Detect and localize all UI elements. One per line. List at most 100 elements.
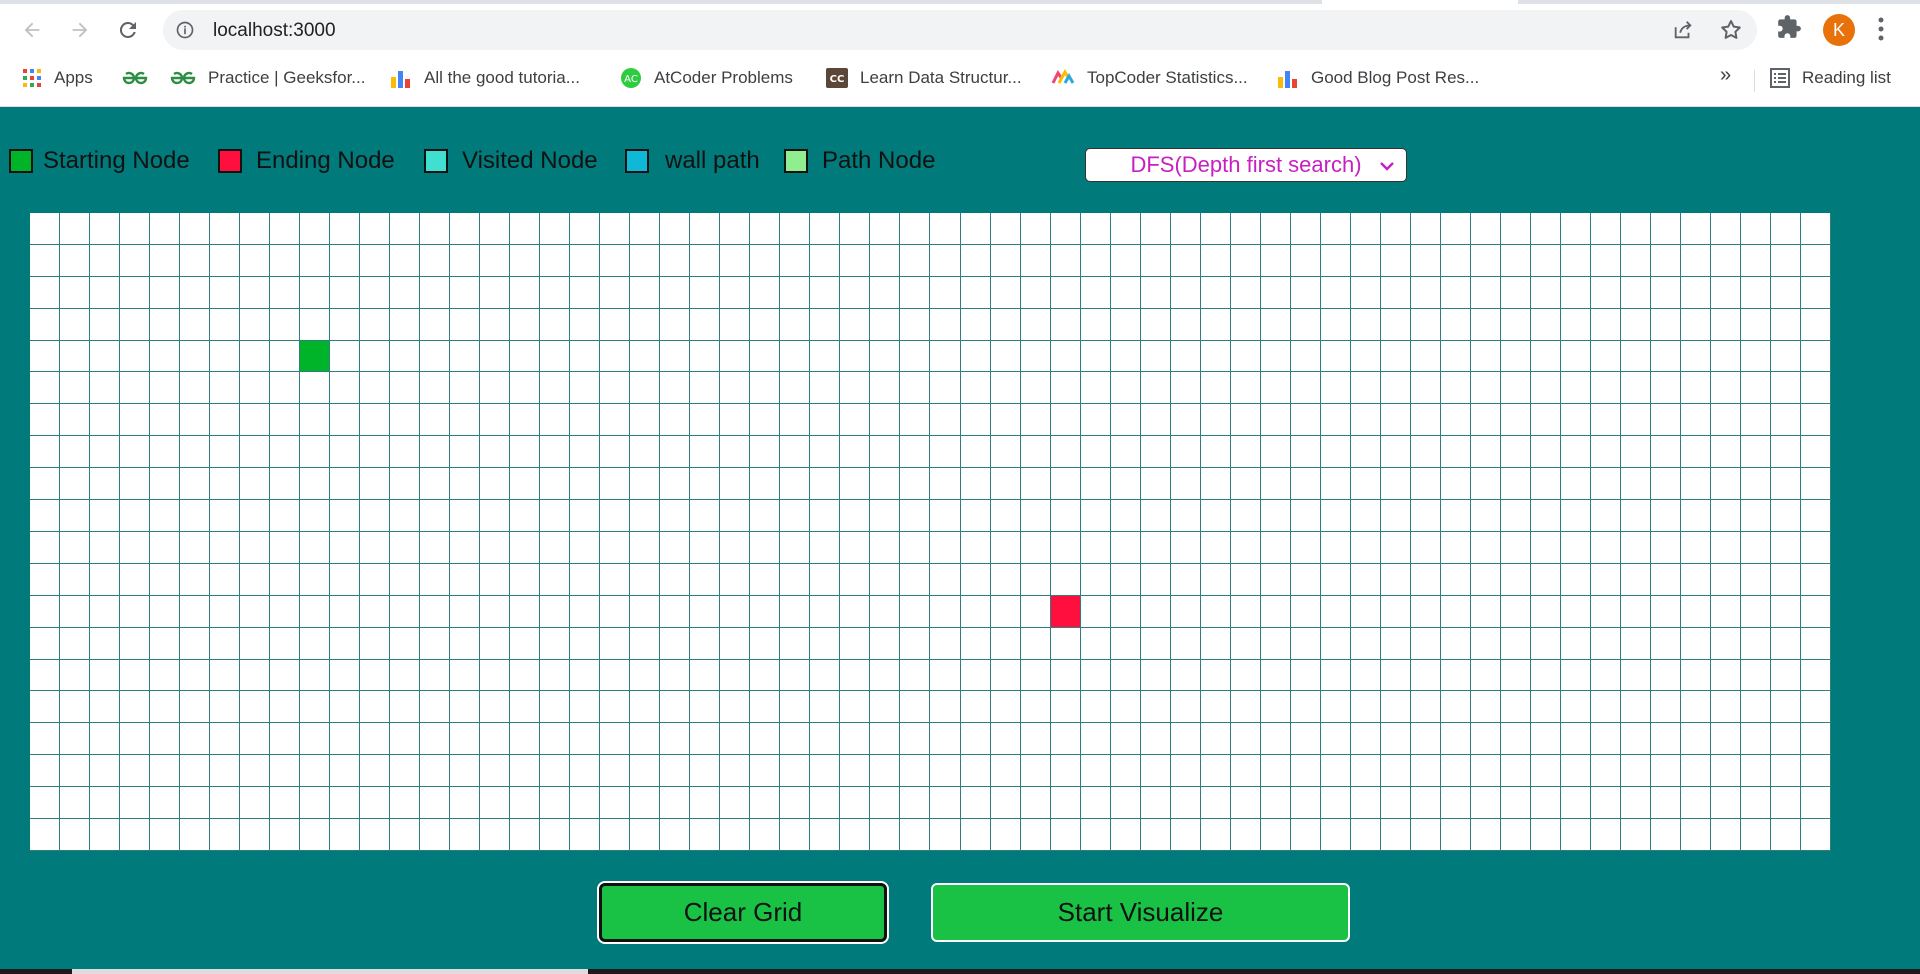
grid-cell[interactable]: [1410, 755, 1441, 788]
grid-cell[interactable]: [1650, 372, 1681, 405]
grid-cell[interactable]: [1440, 468, 1471, 501]
grid-cell[interactable]: [1170, 308, 1201, 341]
grid-cell[interactable]: [450, 500, 481, 532]
grid-cell[interactable]: [240, 595, 271, 628]
grid-cell[interactable]: [600, 436, 631, 469]
grid-cell[interactable]: [450, 244, 481, 277]
grid-cell[interactable]: [1200, 627, 1231, 660]
grid-cell[interactable]: [1290, 404, 1321, 437]
grid-cell[interactable]: [210, 308, 241, 341]
grid-cell[interactable]: [210, 755, 241, 788]
grid-cell[interactable]: [930, 755, 961, 788]
grid-cell[interactable]: [750, 723, 781, 756]
grid-cell[interactable]: [90, 340, 121, 373]
grid-cell[interactable]: [1230, 819, 1261, 851]
grid-cell[interactable]: [1200, 595, 1231, 628]
grid-cell[interactable]: [990, 563, 1021, 596]
grid-cell[interactable]: [450, 308, 481, 341]
grid-cell[interactable]: [750, 595, 781, 628]
grid-cell[interactable]: [1620, 276, 1651, 309]
grid-cell[interactable]: [120, 595, 151, 628]
grid-cell[interactable]: [330, 500, 361, 532]
grid-cell[interactable]: [720, 340, 751, 373]
grid-cell[interactable]: [1800, 276, 1831, 309]
grid-cell[interactable]: [1560, 340, 1591, 373]
grid-cell[interactable]: [1350, 340, 1381, 373]
grid-cell[interactable]: [750, 627, 781, 660]
grid-cell[interactable]: [720, 276, 751, 309]
grid-cell[interactable]: [540, 340, 571, 373]
grid-cell[interactable]: [780, 755, 811, 788]
grid-cell[interactable]: [1380, 755, 1411, 788]
grid-cell[interactable]: [1710, 787, 1741, 820]
grid-cell[interactable]: [870, 244, 901, 277]
grid-cell[interactable]: [840, 436, 871, 469]
grid-cell[interactable]: [720, 500, 751, 532]
grid-cell[interactable]: [300, 213, 331, 245]
grid-cell[interactable]: [390, 276, 421, 309]
grid-cell[interactable]: [1440, 723, 1471, 756]
grid-cell[interactable]: [540, 308, 571, 341]
grid-cell[interactable]: [210, 244, 241, 277]
grid-cell[interactable]: [1410, 627, 1441, 660]
grid-cell[interactable]: [1590, 244, 1621, 277]
grid-cell[interactable]: [1710, 213, 1741, 245]
grid-cell[interactable]: [840, 468, 871, 501]
grid-cell[interactable]: [1200, 436, 1231, 469]
end-node-cell[interactable]: [1050, 595, 1081, 628]
grid-cell[interactable]: [1350, 372, 1381, 405]
grid-cell[interactable]: [30, 627, 61, 660]
grid-cell[interactable]: [930, 563, 961, 596]
grid-cell[interactable]: [1770, 500, 1801, 532]
grid-cell[interactable]: [150, 372, 181, 405]
grid-cell[interactable]: [1350, 276, 1381, 309]
grid-cell[interactable]: [840, 276, 871, 309]
grid-cell[interactable]: [1680, 595, 1711, 628]
grid-cell[interactable]: [420, 276, 451, 309]
grid-cell[interactable]: [1230, 244, 1261, 277]
grid-cell[interactable]: [1680, 723, 1711, 756]
grid-cell[interactable]: [570, 627, 601, 660]
grid-cell[interactable]: [360, 563, 391, 596]
grid-cell[interactable]: [1290, 340, 1321, 373]
grid-cell[interactable]: [450, 659, 481, 692]
grid-cell[interactable]: [1530, 468, 1561, 501]
grid-cell[interactable]: [450, 276, 481, 309]
grid-cell[interactable]: [1020, 404, 1051, 437]
grid-cell[interactable]: [1560, 787, 1591, 820]
grid-cell[interactable]: [1080, 244, 1111, 277]
grid-cell[interactable]: [1560, 723, 1591, 756]
grid-cell[interactable]: [720, 308, 751, 341]
grid-cell[interactable]: [810, 436, 841, 469]
grid-cell[interactable]: [1050, 244, 1081, 277]
grid-cell[interactable]: [240, 340, 271, 373]
grid-cell[interactable]: [990, 372, 1021, 405]
grid-cell[interactable]: [1290, 723, 1321, 756]
grid-cell[interactable]: [840, 627, 871, 660]
grid-cell[interactable]: [300, 627, 331, 660]
grid-cell[interactable]: [150, 595, 181, 628]
grid-cell[interactable]: [120, 340, 151, 373]
grid-cell[interactable]: [1440, 244, 1471, 277]
grid-cell[interactable]: [390, 755, 421, 788]
grid-cell[interactable]: [390, 213, 421, 245]
grid-cell[interactable]: [1290, 595, 1321, 628]
grid-cell[interactable]: [1260, 276, 1291, 309]
grid-cell[interactable]: [1020, 819, 1051, 851]
grid-cell[interactable]: [810, 276, 841, 309]
grid-cell[interactable]: [720, 531, 751, 564]
grid-cell[interactable]: [810, 723, 841, 756]
grid-cell[interactable]: [750, 563, 781, 596]
grid-cell[interactable]: [720, 244, 751, 277]
grid-cell[interactable]: [1740, 276, 1771, 309]
grid-cell[interactable]: [510, 691, 541, 724]
grid-cell[interactable]: [900, 627, 931, 660]
grid-cell[interactable]: [1320, 436, 1351, 469]
grid-cell[interactable]: [1320, 244, 1351, 277]
grid-cell[interactable]: [1770, 436, 1801, 469]
grid-cell[interactable]: [600, 213, 631, 245]
grid-cell[interactable]: [1560, 627, 1591, 660]
grid-cell[interactable]: [690, 213, 721, 245]
grid-cell[interactable]: [300, 531, 331, 564]
grid-cell[interactable]: [1170, 213, 1201, 245]
